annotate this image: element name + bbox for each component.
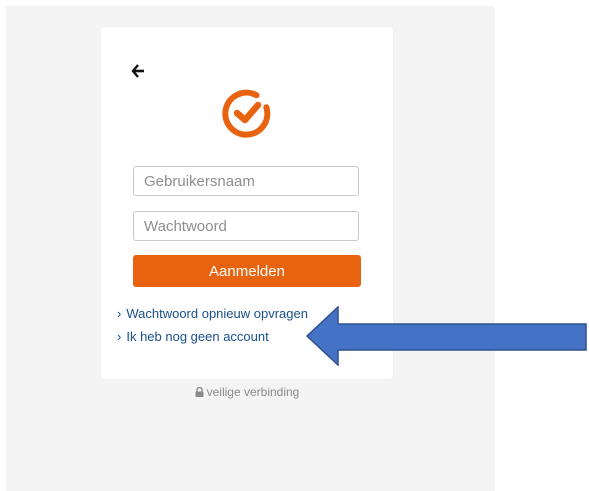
no-account-link[interactable]: › Ik heb nog geen account bbox=[117, 329, 269, 344]
password-input[interactable] bbox=[133, 211, 359, 241]
arrow-left-icon[interactable] bbox=[131, 64, 147, 78]
chevron-right-icon: › bbox=[117, 329, 122, 344]
no-account-label: Ik heb nog geen account bbox=[126, 329, 269, 344]
reset-password-link[interactable]: › Wachtwoord opnieuw opvragen bbox=[117, 306, 308, 321]
lock-icon bbox=[195, 387, 204, 397]
checkmark-logo-icon bbox=[222, 89, 271, 138]
secure-connection-label: veilige verbinding bbox=[206, 385, 300, 399]
annotation-arrow-icon bbox=[306, 306, 587, 366]
chevron-right-icon: › bbox=[117, 306, 122, 321]
secure-connection-notice: veilige verbinding bbox=[101, 385, 393, 399]
reset-password-label: Wachtwoord opnieuw opvragen bbox=[126, 306, 308, 321]
login-button[interactable]: Aanmelden bbox=[133, 255, 361, 287]
username-input[interactable] bbox=[133, 166, 359, 196]
